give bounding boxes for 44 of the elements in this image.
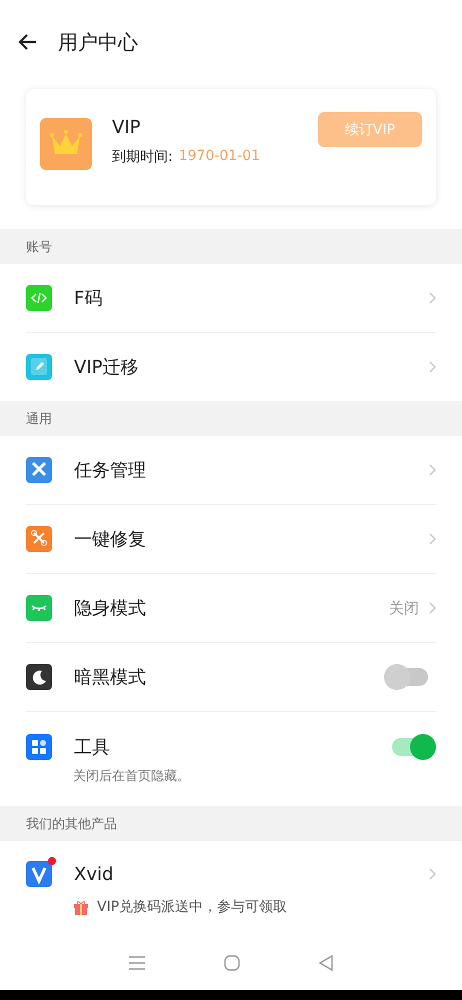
row-label: F码	[74, 287, 104, 310]
chevron-icon	[429, 602, 436, 614]
closed-eye-icon	[26, 594, 54, 622]
chevron-icon	[429, 292, 436, 304]
expiry-date: 1970-01-01	[178, 148, 260, 166]
repair-icon	[26, 525, 54, 553]
row-label: 暗黑模式	[74, 666, 147, 689]
section-header: 账号	[0, 229, 462, 264]
row-label: 任务管理	[74, 459, 147, 482]
chevron-icon	[429, 533, 436, 545]
chevron-icon	[429, 868, 436, 880]
section-header: 我们的其他产品	[0, 806, 462, 841]
edit-icon	[26, 353, 54, 381]
app-logo-icon	[26, 860, 54, 888]
back-triangle-icon[interactable]	[318, 954, 334, 972]
settings-row[interactable]: 隐身模式 关闭	[26, 573, 436, 642]
row-value: 关闭	[389, 598, 419, 618]
code-icon	[26, 284, 54, 312]
page-title: 用户中心	[58, 28, 138, 56]
row-label: VIP迁移	[74, 356, 140, 379]
chevron-icon	[429, 464, 436, 476]
menu-icon[interactable]	[128, 954, 146, 970]
home-icon[interactable]	[222, 954, 241, 972]
grid-icon	[26, 733, 54, 761]
settings-row[interactable]: F码	[26, 264, 436, 332]
chevron-icon	[429, 361, 436, 373]
promo-text: VIP兑换码派送中，参与可领取	[97, 898, 288, 916]
tools-icon	[26, 456, 54, 484]
row-label: Xvid	[74, 864, 114, 884]
moon-icon	[26, 663, 54, 691]
crown-icon	[40, 118, 92, 170]
row-label: 一键修复	[74, 528, 147, 551]
expiry-label: 到期时间:	[112, 148, 173, 166]
row-subtitle: 关闭后在首页隐藏。	[73, 768, 191, 785]
row-label: 隐身模式	[74, 597, 147, 620]
vip-title: VIP	[112, 117, 142, 138]
back-icon[interactable]	[18, 33, 38, 51]
settings-row[interactable]: 任务管理	[26, 436, 436, 504]
row-label: 工具	[74, 736, 111, 759]
section-header: 通用	[0, 401, 462, 436]
settings-row[interactable]: Xvid VIP兑换码派送中，参与可领取	[26, 841, 436, 935]
gift-icon	[73, 899, 89, 915]
settings-row[interactable]: 暗黑模式	[26, 642, 436, 711]
settings-row[interactable]: 一键修复	[26, 504, 436, 573]
